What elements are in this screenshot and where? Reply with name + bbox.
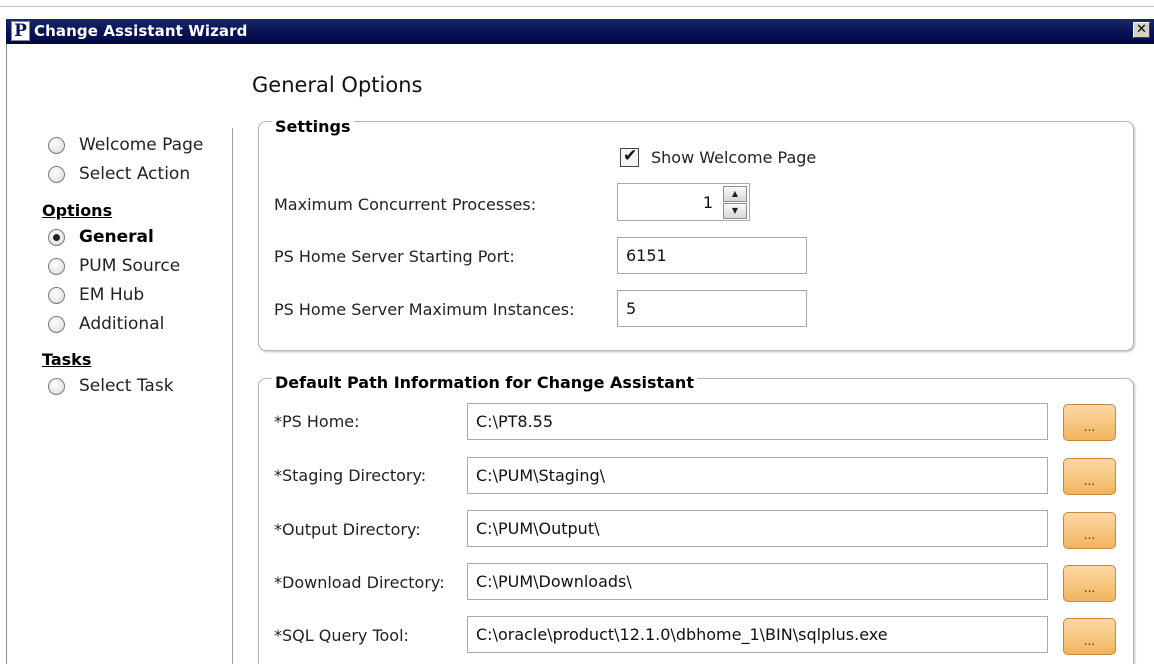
nav-heading-options: Options bbox=[42, 201, 113, 220]
nav-item-select-action[interactable]: Select Action bbox=[48, 163, 190, 185]
settings-group-title: Settings bbox=[272, 117, 354, 136]
nav-item-select-task[interactable]: Select Task bbox=[48, 375, 174, 397]
radio-button[interactable] bbox=[48, 377, 65, 395]
nav-item-label: PUM Source bbox=[79, 256, 181, 276]
output-directory-field[interactable]: C:\PUM\Output\ bbox=[467, 510, 1048, 547]
max-processes-value: 1 bbox=[702, 193, 713, 212]
radio-button[interactable] bbox=[48, 286, 65, 304]
nav-item-label: General bbox=[79, 227, 154, 247]
nav-item-em-hub[interactable]: EM Hub bbox=[48, 284, 144, 306]
radio-button[interactable] bbox=[48, 315, 65, 333]
app-icon: P bbox=[11, 21, 30, 41]
nav-item-additional[interactable]: Additional bbox=[48, 313, 164, 335]
nav-item-label: Additional bbox=[79, 314, 165, 334]
radio-button[interactable] bbox=[48, 136, 65, 154]
max-processes-stepper[interactable]: 1 ▲ ▼ bbox=[617, 183, 750, 221]
download-directory-browse-button[interactable]: ... bbox=[1063, 565, 1116, 602]
max-instances-field[interactable]: 5 bbox=[617, 290, 807, 327]
spinner-up-icon[interactable]: ▲ bbox=[723, 186, 747, 202]
paths-group-title: Default Path Information for Change Assi… bbox=[272, 373, 697, 392]
nav-divider bbox=[232, 128, 233, 664]
nav-item-label: Select Action bbox=[79, 164, 191, 184]
nav-item-label: Welcome Page bbox=[79, 135, 204, 155]
window-left-border bbox=[6, 44, 7, 664]
nav-item-general[interactable]: General bbox=[48, 226, 154, 248]
radio-button[interactable] bbox=[48, 165, 65, 183]
nav-item-label: EM Hub bbox=[79, 285, 145, 305]
page-title: General Options bbox=[252, 73, 423, 97]
close-button[interactable]: ✕ bbox=[1133, 22, 1150, 38]
start-port-label: PS Home Server Starting Port: bbox=[274, 247, 515, 266]
ps-home-label: *PS Home: bbox=[274, 412, 360, 431]
nav-item-pum-source[interactable]: PUM Source bbox=[48, 255, 180, 277]
output-directory-label: *Output Directory: bbox=[274, 520, 421, 539]
staging-directory-field[interactable]: C:\PUM\Staging\ bbox=[467, 457, 1048, 494]
spinner-down-icon[interactable]: ▼ bbox=[723, 203, 747, 219]
nav-item-label: Select Task bbox=[79, 376, 174, 396]
staging-directory-browse-button[interactable]: ... bbox=[1063, 458, 1116, 495]
top-divider bbox=[0, 6, 1154, 7]
sql-query-tool-browse-button[interactable]: ... bbox=[1063, 618, 1116, 655]
show-welcome-checkbox[interactable] bbox=[620, 146, 639, 167]
radio-button-selected[interactable] bbox=[48, 228, 65, 246]
nav-heading-tasks: Tasks bbox=[42, 350, 92, 369]
download-directory-label: *Download Directory: bbox=[274, 573, 445, 592]
max-processes-label: Maximum Concurrent Processes: bbox=[274, 195, 537, 214]
radio-button[interactable] bbox=[48, 257, 65, 275]
sql-query-tool-label: *SQL Query Tool: bbox=[274, 626, 409, 645]
start-port-field[interactable]: 6151 bbox=[617, 237, 807, 274]
staging-directory-label: *Staging Directory: bbox=[274, 466, 427, 485]
output-directory-browse-button[interactable]: ... bbox=[1063, 512, 1116, 549]
ps-home-browse-button[interactable]: ... bbox=[1063, 404, 1116, 441]
ps-home-field[interactable]: C:\PT8.55 bbox=[467, 403, 1048, 440]
show-welcome-label: Show Welcome Page bbox=[651, 148, 817, 167]
download-directory-field[interactable]: C:\PUM\Downloads\ bbox=[467, 563, 1048, 600]
title-bar: P Change Assistant Wizard ✕ bbox=[0, 0, 1154, 44]
max-instances-label: PS Home Server Maximum Instances: bbox=[274, 300, 575, 319]
window-title: Change Assistant Wizard bbox=[34, 22, 248, 40]
nav-item-welcome-page[interactable]: Welcome Page bbox=[48, 134, 203, 156]
sql-query-tool-field[interactable]: C:\oracle\product\12.1.0\dbhome_1\BIN\sq… bbox=[467, 616, 1048, 653]
